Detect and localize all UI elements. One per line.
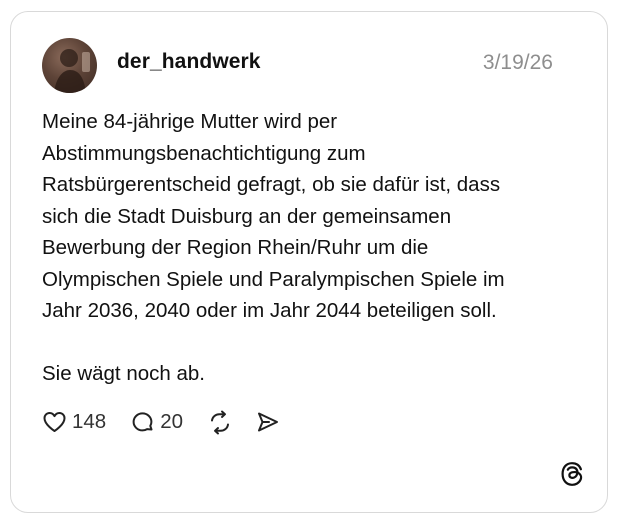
reply-button[interactable]: 20 xyxy=(130,410,183,435)
send-icon xyxy=(255,410,280,434)
action-bar: 148 20 xyxy=(42,407,280,437)
post-text-line: Olympischen Spiele und Paralympischen Sp… xyxy=(42,267,505,291)
post-text-line: Bewerbung der Region Rhein/Ruhr um die xyxy=(42,236,429,259)
avatar[interactable] xyxy=(42,38,97,93)
post-card: der_handwerk 3/19/26 Meine 84-jährige Mu… xyxy=(10,11,608,513)
post-text-line: Ratsbürgerentscheid gefragt, ob sie dafü… xyxy=(42,173,501,196)
heart-icon xyxy=(42,410,67,434)
share-button[interactable] xyxy=(255,410,280,434)
threads-logo-icon xyxy=(560,461,584,487)
post-text-line: Meine 84-jährige Mutter wird per xyxy=(42,110,338,133)
username[interactable]: der_handwerk xyxy=(117,50,261,74)
post-text-line: Abstimmungsbenachtichtigung zum xyxy=(42,141,366,165)
post-text-followup: Sie wägt noch ab. xyxy=(42,362,205,385)
repost-button[interactable] xyxy=(207,410,233,435)
reply-count: 20 xyxy=(160,410,184,433)
post-date: 3/19/26 xyxy=(482,51,553,74)
post-text: Meine 84-jährige Mutter wird per Abstimm… xyxy=(42,106,572,390)
post-text-line: Jahr 2036, 2040 oder im Jahr 2044 beteil… xyxy=(42,299,497,322)
repost-icon xyxy=(207,410,233,435)
speech-bubble-icon xyxy=(130,410,155,435)
like-count: 148 xyxy=(72,410,107,433)
like-button[interactable]: 148 xyxy=(42,410,106,434)
post-text-line: sich die Stadt Duisburg an der gemeinsam… xyxy=(42,204,452,228)
